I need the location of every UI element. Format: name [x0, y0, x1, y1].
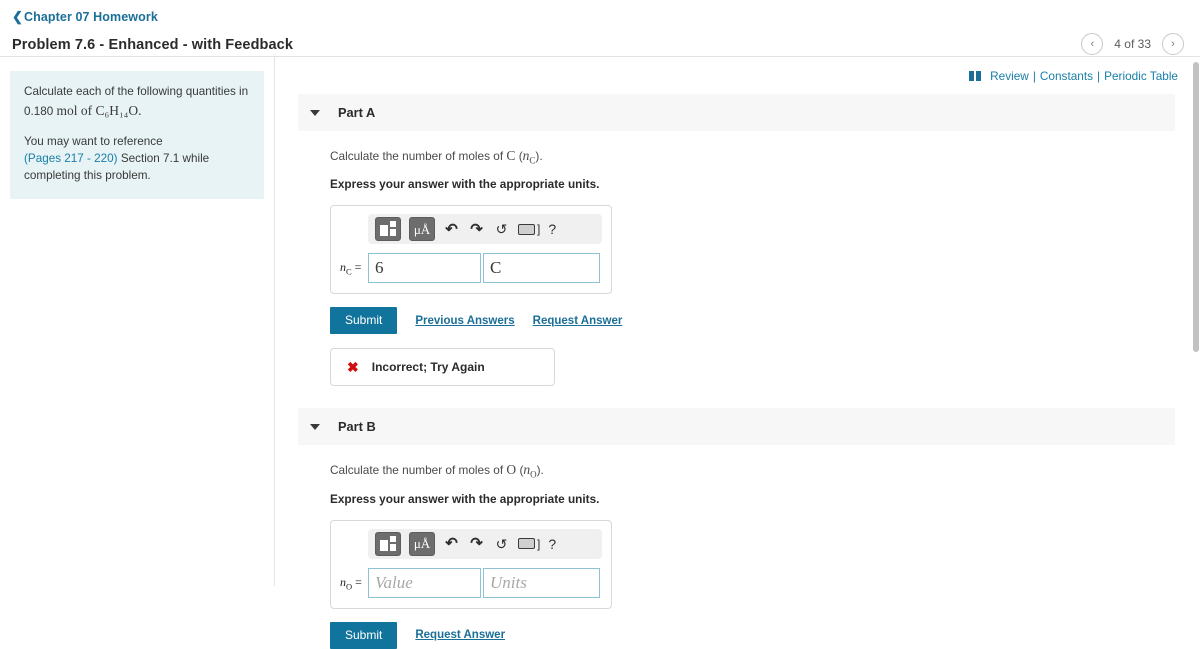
part-a-submit-button[interactable]: Submit	[330, 307, 398, 335]
prev-problem-button[interactable]: ‹	[1081, 33, 1104, 55]
reset-icon[interactable]: ↺	[493, 537, 510, 551]
page-scrollbar-thumb[interactable]	[1193, 62, 1199, 352]
part-b-submit-row: Submit Request Answer	[330, 621, 1175, 649]
intro-paragraph: Calculate each of the following quantiti…	[24, 84, 250, 121]
keyboard-shortcuts-button[interactable]: ]	[518, 537, 540, 551]
part-a-submit-row: Submit Previous Answers Request Answer	[330, 307, 1175, 335]
part-b-units-input[interactable]: Units	[483, 567, 600, 598]
utility-links: Review | Constants | Periodic Table	[275, 67, 1200, 85]
part-a-prompt: Calculate the number of moles of C (nC).	[330, 148, 1175, 165]
part-b-prompt-text: Calculate the number of moles of	[330, 463, 504, 478]
units-button[interactable]: μÅ	[409, 217, 435, 242]
part-a-answer-label: nC =	[340, 260, 362, 277]
reference-pages-link[interactable]: (Pages 217 - 220)	[24, 152, 118, 165]
page-header: ❮ Chapter 07 Homework Problem 7.6 - Enha…	[0, 0, 1200, 57]
undo-icon[interactable]: ↶	[443, 536, 460, 551]
intro-formula: mol of C₆H₁₄O.	[56, 102, 142, 118]
keyboard-icon	[518, 223, 535, 235]
undo-icon[interactable]: ↶	[443, 222, 460, 237]
collapse-caret-icon[interactable]	[310, 109, 320, 116]
keyboard-icon	[518, 538, 535, 550]
math-template-button[interactable]	[375, 531, 401, 556]
page-title: Problem 7.6 - Enhanced - with Feedback	[12, 37, 293, 53]
book-icon	[969, 71, 982, 81]
help-icon[interactable]: ?	[548, 536, 556, 552]
page-body: Calculate each of the following quantiti…	[0, 57, 1200, 649]
answer-pane: Review | Constants | Periodic Table Part…	[275, 57, 1200, 649]
part-a-feedback: ✖ Incorrect; Try Again	[330, 348, 555, 387]
keyboard-shortcuts-button[interactable]: ]	[518, 222, 540, 236]
error-x-icon: ✖	[347, 359, 359, 376]
problem-intro-card: Calculate each of the following quantiti…	[10, 71, 264, 199]
part-a-answer-row: nC = 6 C	[340, 253, 602, 284]
utility-separator-2: |	[1097, 69, 1101, 83]
keyboard-bracket-label: ]	[537, 222, 541, 237]
collapse-caret-icon[interactable]	[310, 423, 320, 430]
parts-container: Part A Calculate the number of moles of …	[275, 94, 1200, 649]
part-b-body: Calculate the number of moles of O (nO).…	[298, 462, 1175, 649]
math-template-button[interactable]	[375, 217, 401, 242]
problem-statement-pane: Calculate each of the following quantiti…	[0, 57, 275, 586]
part-a-var-close: ).	[535, 149, 543, 163]
part-a-body: Calculate the number of moles of C (nC).…	[298, 148, 1175, 387]
part-a-request-answer-link[interactable]: Request Answer	[533, 315, 623, 327]
reference-lead: You may want to reference	[24, 134, 163, 148]
part-a-instruction: Express your answer with the appropriate…	[330, 177, 600, 192]
units-button[interactable]: μÅ	[409, 531, 435, 556]
keyboard-bracket-label: ]	[537, 536, 541, 551]
reference-paragraph: You may want to reference (Pages 217 - 2…	[24, 134, 250, 185]
part-b-answer-label: nO =	[340, 574, 362, 591]
redo-icon[interactable]: ↷	[468, 536, 485, 551]
micro-angstrom-icon: μÅ	[413, 221, 431, 237]
part-b-value-input[interactable]: Value	[368, 567, 481, 598]
part-a-element-symbol: C	[506, 148, 516, 163]
constants-link[interactable]: Constants	[1040, 69, 1093, 83]
reset-icon[interactable]: ↺	[493, 222, 510, 236]
problem-pager: ‹ 4 of 33 ›	[1081, 33, 1184, 55]
part-b-element-symbol: O	[506, 462, 517, 478]
part-b-answer-box: μÅ ↶ ↷ ↺ ] ? nO = Value Units	[330, 519, 612, 609]
part-a-answer-box: μÅ ↶ ↷ ↺ ] ? nC = 6 C	[330, 205, 612, 295]
part-b-answer-toolbar: μÅ ↶ ↷ ↺ ] ?	[368, 528, 602, 559]
part-a-header[interactable]: Part A	[298, 94, 1175, 131]
breadcrumb-label: Chapter 07 Homework	[24, 9, 158, 24]
micro-angstrom-icon: μÅ	[413, 536, 431, 552]
problem-counter: 4 of 33	[1114, 37, 1151, 51]
part-b-submit-button[interactable]: Submit	[330, 621, 398, 649]
periodic-table-link[interactable]: Periodic Table	[1104, 69, 1178, 83]
part-a-units-input[interactable]: C	[483, 253, 600, 284]
redo-icon[interactable]: ↷	[468, 222, 485, 237]
part-b-header[interactable]: Part B	[298, 408, 1175, 446]
next-problem-button[interactable]: ›	[1162, 33, 1184, 55]
part-b-prompt: Calculate the number of moles of O (nO).	[330, 462, 1175, 479]
part-a-feedback-text: Incorrect; Try Again	[371, 360, 485, 375]
math-template-icon	[379, 221, 397, 237]
help-icon[interactable]: ?	[548, 221, 556, 237]
math-template-icon	[379, 535, 397, 552]
chevron-left-icon: ❮	[12, 9, 23, 24]
part-a-prompt-text: Calculate the number of moles of	[330, 149, 504, 163]
part-b-request-answer-link[interactable]: Request Answer	[415, 629, 505, 641]
part-a-answer-toolbar: μÅ ↶ ↷ ↺ ] ?	[368, 214, 602, 245]
breadcrumb-chapter-link[interactable]: ❮ Chapter 07 Homework	[12, 10, 158, 24]
review-link[interactable]: Review	[990, 69, 1029, 83]
part-a-previous-answers-link[interactable]: Previous Answers	[415, 315, 514, 327]
utility-separator-1: |	[1032, 69, 1036, 83]
part-b-var-close: ).	[536, 463, 544, 478]
part-a-value-input[interactable]: 6	[368, 253, 481, 284]
part-b-instruction: Express your answer with the appropriate…	[330, 491, 600, 506]
part-b-label: Part B	[338, 419, 376, 435]
part-b-answer-row: nO = Value Units	[340, 567, 602, 598]
part-a-label: Part A	[338, 105, 376, 120]
